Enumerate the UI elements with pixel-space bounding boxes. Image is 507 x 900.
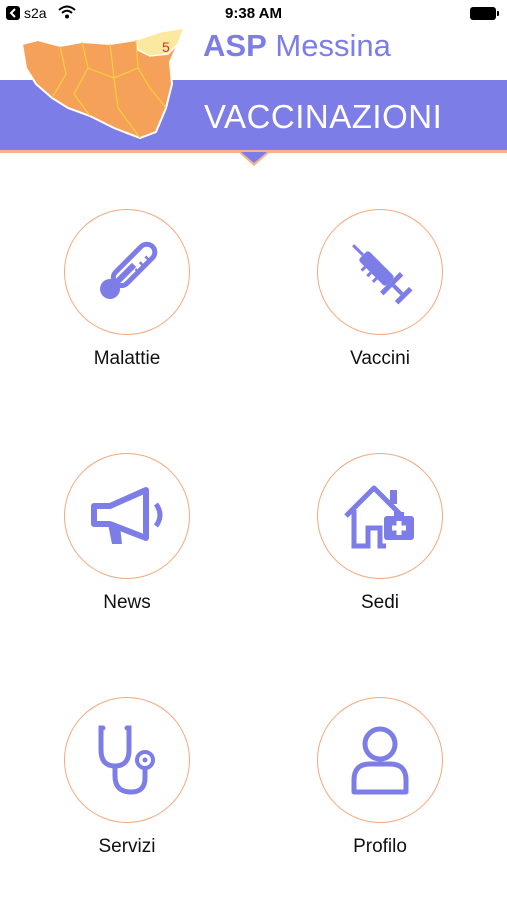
status-bar: s2a 9:38 AM xyxy=(0,0,507,28)
brand-rest: Messina xyxy=(275,28,391,63)
menu-label: Servizi xyxy=(98,836,156,857)
menu-item-malattie[interactable]: Malattie xyxy=(27,209,227,389)
menu-circle xyxy=(317,453,443,579)
battery-icon xyxy=(470,7,499,20)
menu-label: Vaccini xyxy=(350,348,410,369)
menu-circle xyxy=(317,209,443,335)
megaphone-icon xyxy=(91,487,163,544)
brand-bold: ASP xyxy=(203,28,267,63)
brand-title: ASP Messina xyxy=(203,28,391,64)
status-time: 9:38 AM xyxy=(225,5,282,22)
sicily-map-logo: 5 xyxy=(20,28,186,140)
menu-circle xyxy=(64,209,190,335)
menu-label: Profilo xyxy=(353,836,407,857)
menu-label: Malattie xyxy=(93,348,161,369)
menu-label: News xyxy=(103,592,151,613)
menu-circle xyxy=(317,697,443,823)
menu-label: Sedi xyxy=(360,592,400,613)
menu-item-sedi[interactable]: Sedi xyxy=(280,453,480,633)
menu-item-vaccini[interactable]: Vaccini xyxy=(280,209,480,389)
menu-item-servizi[interactable]: Servizi xyxy=(27,697,227,877)
map-badge: 5 xyxy=(162,39,170,55)
user-icon xyxy=(351,726,409,795)
app-header: 5 ASP Messina VACCINAZIONI xyxy=(0,28,507,168)
menu-circle xyxy=(64,453,190,579)
menu-item-news[interactable]: News xyxy=(27,453,227,633)
app-screen: s2a 9:38 AM 5 ASP Messina VACCINAZIONI M… xyxy=(0,0,507,900)
syringe-icon xyxy=(352,244,413,305)
thermometer-icon xyxy=(100,241,158,299)
section-title: VACCINAZIONI xyxy=(204,98,443,135)
menu-circle xyxy=(64,697,190,823)
stethoscope-icon xyxy=(98,725,155,795)
menu-item-profilo[interactable]: Profilo xyxy=(280,697,480,877)
clinic-house-icon xyxy=(344,485,414,549)
